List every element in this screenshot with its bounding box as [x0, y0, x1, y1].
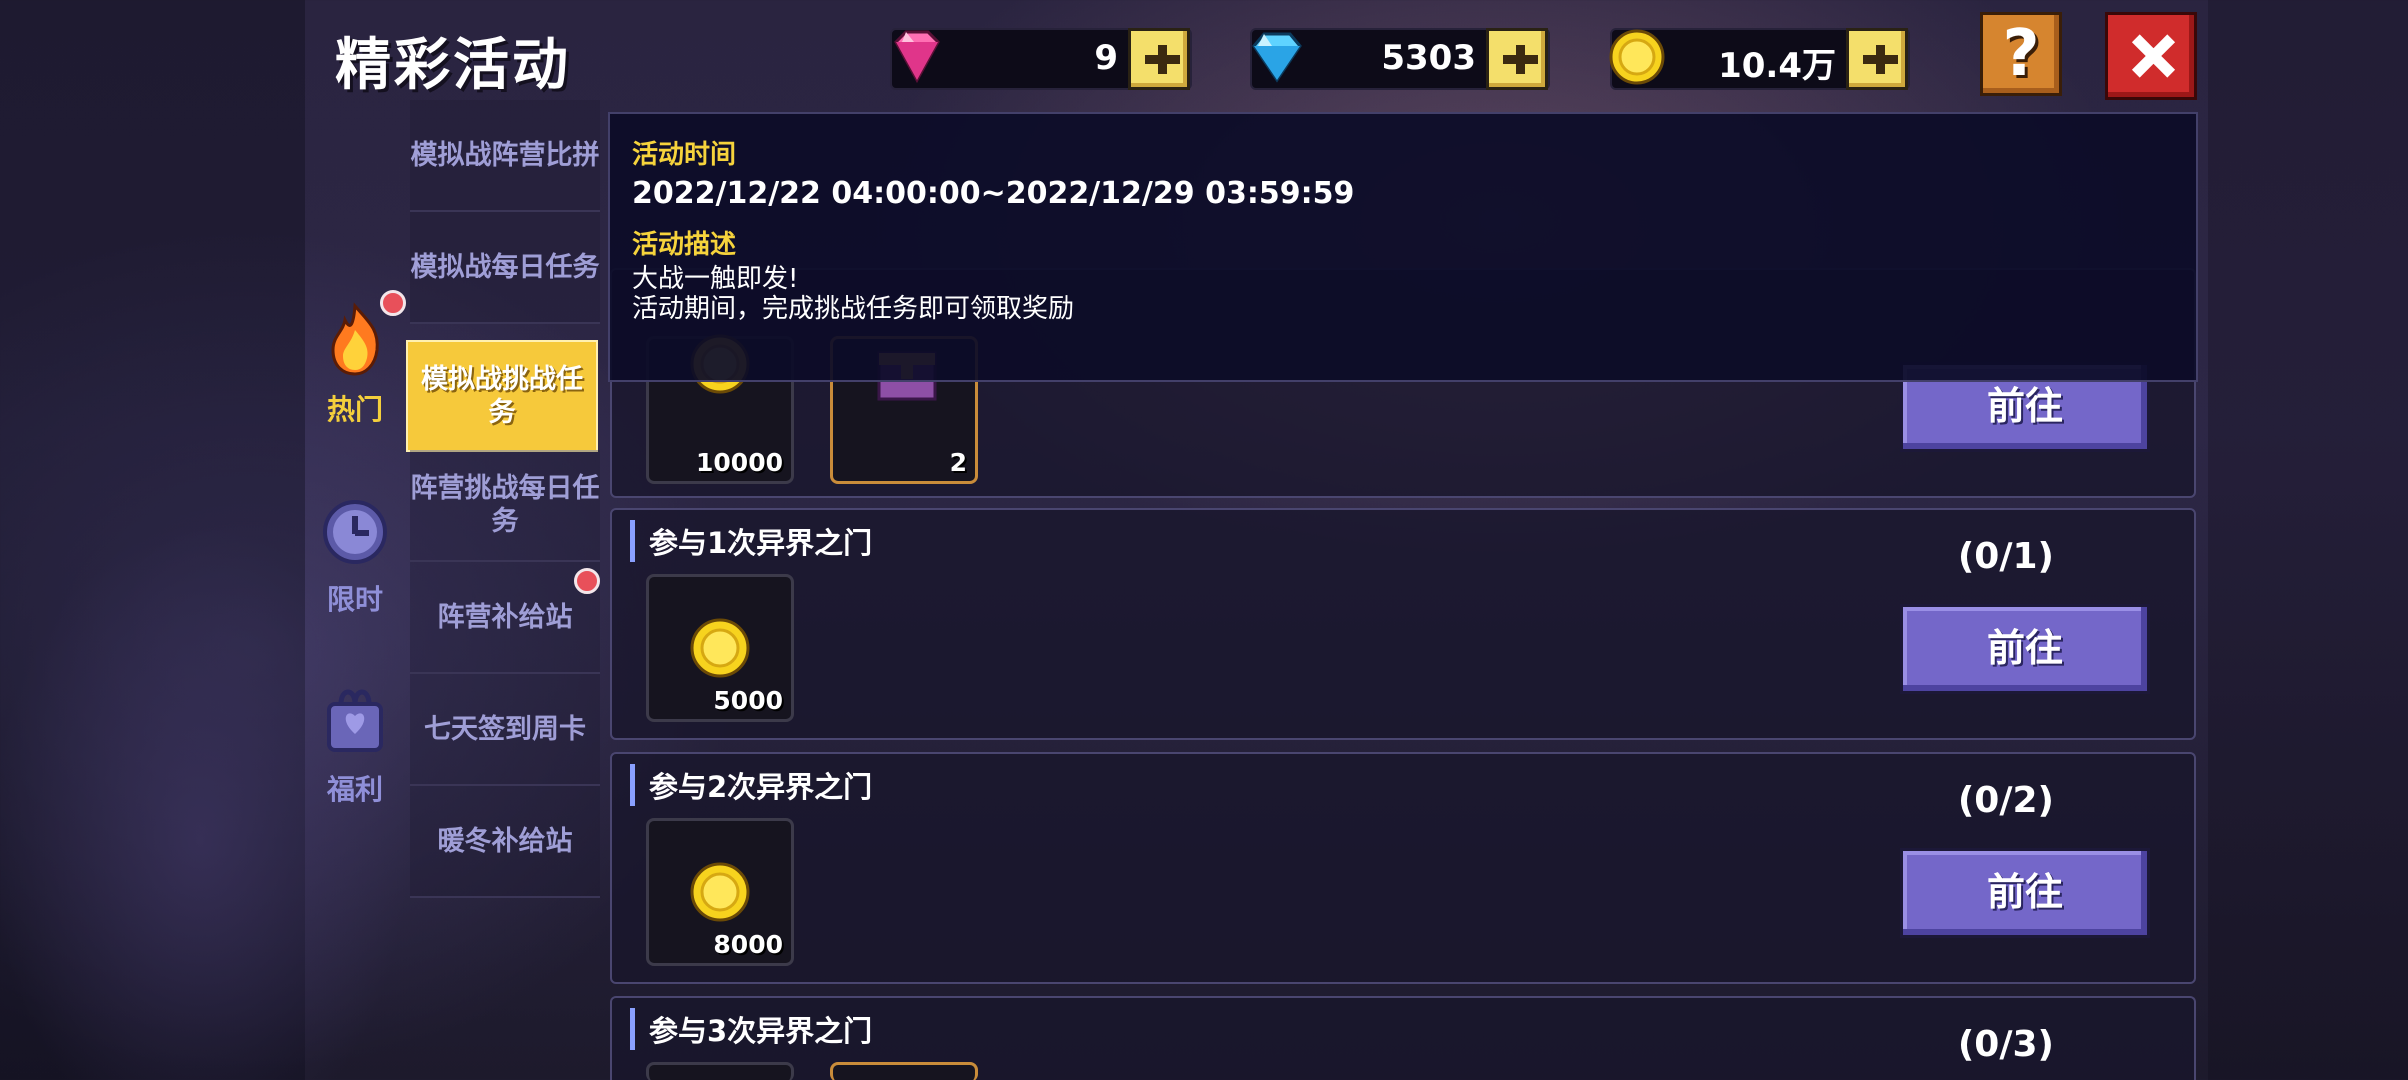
pink-gem-count: 9	[1094, 38, 1118, 78]
task-card: 参与2次异界之门 (0/2) 8000 前往	[610, 752, 2196, 984]
blue-diamond-count: 5303	[1381, 38, 1476, 78]
add-diamond-button[interactable]	[1486, 28, 1548, 90]
task-card: 参与3次异界之门 (0/3)	[610, 996, 2196, 1080]
submenu-item-seven-day-card[interactable]: 七天签到周卡	[410, 674, 600, 786]
category-hot-label: 热门	[326, 393, 383, 426]
reward-amount: 2	[949, 448, 967, 477]
activity-desc-label: 活动描述	[632, 230, 737, 260]
task-card: 参与1次异界之门 (0/1) 5000 前往	[610, 508, 2196, 740]
category-hot[interactable]: 热门	[310, 300, 400, 428]
gift-bag-icon	[327, 689, 383, 752]
submenu-item-faction-daily[interactable]: 阵营挑战每日任务	[410, 450, 600, 562]
pink-gem-icon	[894, 30, 940, 84]
activity-time-value: 2022/12/22 04:00:00~2022/12/29 03:59:59	[632, 176, 1355, 211]
task-progress: (0/1)	[1957, 536, 2054, 577]
category-welfare-label: 福利	[326, 773, 383, 806]
category-limited[interactable]: 限时	[310, 490, 400, 618]
task-progress: (0/3)	[1957, 1024, 2054, 1065]
resource-gold-coin: 10.4万	[1609, 28, 1910, 90]
add-gold-button[interactable]	[1846, 28, 1908, 90]
activity-time-label: 活动时间	[632, 140, 737, 170]
task-title: 参与2次异界之门	[630, 764, 872, 806]
submenu-item-faction-supply[interactable]: 阵营补给站	[410, 562, 600, 674]
close-button[interactable]	[2105, 12, 2197, 100]
reward-slot[interactable]: 5000	[646, 574, 794, 722]
gold-coin-count: 10.4万	[1718, 46, 1836, 86]
reward-slot[interactable]: 8000	[646, 818, 794, 966]
category-limited-label: 限时	[326, 583, 383, 616]
go-button[interactable]: 前往	[1900, 604, 2150, 694]
reward-amount: 10000	[696, 448, 783, 477]
page-title: 精彩活动	[335, 33, 571, 98]
go-button[interactable]: 前往	[1900, 848, 2150, 938]
activity-desc-line: 大战一触即发!	[632, 264, 799, 294]
background-right-panel	[2208, 0, 2408, 1080]
resource-blue-diamond: 5303	[1250, 28, 1550, 90]
task-title: 参与1次异界之门	[630, 520, 872, 562]
blue-diamond-icon	[1252, 32, 1302, 83]
task-title: 参与3次异界之门	[630, 1008, 872, 1050]
task-progress: (0/2)	[1957, 780, 2054, 821]
reward-amount: 5000	[713, 686, 783, 715]
reward-slot[interactable]	[830, 1062, 978, 1080]
gold-coin-icon	[690, 618, 750, 678]
submenu-item-sim-daily[interactable]: 模拟战每日任务	[410, 212, 600, 324]
category-welfare[interactable]: 福利	[310, 680, 400, 808]
add-pink-gem-button[interactable]	[1128, 28, 1190, 90]
reward-amount: 8000	[713, 930, 783, 959]
gold-coin-icon	[1609, 29, 1665, 85]
activity-desc-line: 活动期间，完成挑战任务即可领取奖励	[632, 294, 1075, 324]
reward-slot[interactable]	[646, 1062, 794, 1080]
gold-coin-icon	[690, 862, 750, 922]
submenu-item-sim-faction[interactable]: 模拟战阵营比拼	[410, 100, 600, 212]
help-button[interactable]: ?	[1980, 12, 2062, 96]
resource-pink-gem: 9	[890, 28, 1192, 90]
activity-info-panel: 活动时间 2022/12/22 04:00:00~2022/12/29 03:5…	[608, 112, 2198, 382]
clock-icon	[323, 500, 387, 564]
submenu-item-sim-challenge[interactable]: 模拟战挑战任务	[406, 340, 598, 452]
submenu-item-winter-supply[interactable]: 暖冬补给站	[410, 786, 600, 898]
